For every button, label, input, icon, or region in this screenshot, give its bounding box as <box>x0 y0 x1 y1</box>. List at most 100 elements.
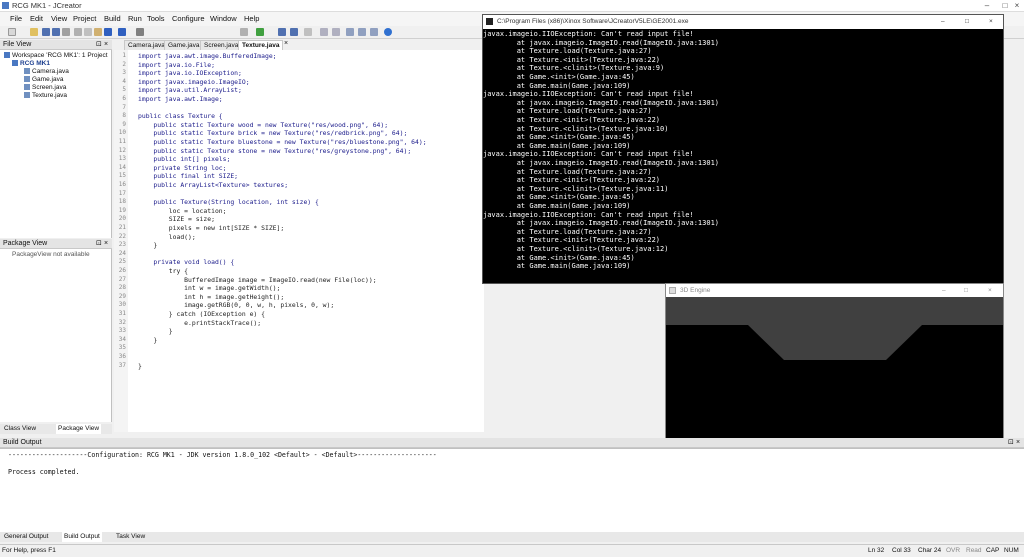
cascade-icon[interactable] <box>370 28 378 36</box>
menu-configure[interactable]: Configure <box>172 14 205 23</box>
code-line[interactable]: import java.awt.Image; <box>138 95 223 103</box>
code-line[interactable]: public final int SIZE; <box>138 172 238 180</box>
console-line: at javax.imageio.ImageIO.read(ImageIO.ja… <box>483 98 720 107</box>
code-line[interactable]: int h = image.getHeight(); <box>138 293 284 301</box>
menu-edit[interactable]: Edit <box>30 14 43 23</box>
close-panel-icon[interactable]: × <box>104 40 108 50</box>
window-icon[interactable] <box>346 28 354 36</box>
tab-build-output[interactable]: Build Output <box>62 532 102 542</box>
code-line[interactable]: public static Texture stone = new Textur… <box>138 147 411 155</box>
minimize-icon[interactable]: – <box>942 284 946 297</box>
new-file-icon[interactable] <box>8 28 16 36</box>
code-line[interactable]: int w = image.getWidth(); <box>138 284 280 292</box>
save-icon[interactable] <box>42 28 50 36</box>
code-line[interactable]: import java.io.IOException; <box>138 69 242 77</box>
project-node[interactable]: RCG MK1 <box>12 60 50 67</box>
menu-project[interactable]: Project <box>73 14 96 23</box>
tab-task-view[interactable]: Task View <box>116 532 145 542</box>
code-line[interactable]: pixels = new int[SIZE * SIZE]; <box>138 224 284 232</box>
code-line[interactable]: load(); <box>138 233 196 241</box>
menu-help[interactable]: Help <box>244 14 259 23</box>
code-line[interactable]: } catch (IOException e) { <box>138 310 265 318</box>
code-line[interactable]: SIZE = size; <box>138 215 215 223</box>
minimize-icon[interactable]: – <box>978 0 996 12</box>
close-tab-icon[interactable]: × <box>284 40 288 47</box>
code-line[interactable]: private String loc; <box>138 164 226 172</box>
console-line: javax.imageio.IIOException: Can't read i… <box>483 30 694 38</box>
paste-icon[interactable] <box>94 28 102 36</box>
pin-icon[interactable]: ⊡ <box>96 239 102 249</box>
menu-run[interactable]: Run <box>128 14 142 23</box>
maximize-icon[interactable]: □ <box>965 15 969 29</box>
code-line[interactable]: public ArrayList<Texture> textures; <box>138 181 288 189</box>
tab-texture[interactable]: Texture.java <box>238 40 284 50</box>
maximize-icon[interactable]: □ <box>964 284 968 297</box>
tab-general-output[interactable]: General Output <box>4 532 48 542</box>
code-line[interactable]: public int[] pixels; <box>138 155 230 163</box>
code-line[interactable]: } <box>138 336 157 344</box>
workspace-node[interactable]: Workspace 'RCG MK1': 1 Project <box>4 52 108 59</box>
run-icon[interactable] <box>256 28 264 36</box>
code-line[interactable]: public static Texture bluestone = new Te… <box>138 138 426 146</box>
close-icon[interactable]: × <box>988 284 992 297</box>
tab-package-view[interactable]: Package View <box>56 424 102 434</box>
stop-icon[interactable] <box>304 28 312 36</box>
menu-file[interactable]: File <box>10 14 22 23</box>
open-icon[interactable] <box>30 28 38 36</box>
code-editor[interactable]: 1 2 3 4 5 6 7 8 9 10 11 12 13 14 15 16 17 18 19 20 21 22 23 24 2… <box>114 50 484 432</box>
file-node-screen[interactable]: Screen.java <box>24 84 66 91</box>
find-icon[interactable] <box>136 28 144 36</box>
code-line[interactable]: } <box>138 362 142 370</box>
code-line[interactable]: e.printStackTrace(); <box>138 319 261 327</box>
tab-screen[interactable]: Screen.java <box>200 40 243 50</box>
code-line[interactable]: public static Texture brick = new Textur… <box>138 129 407 137</box>
code-line[interactable]: import javax.imageio.ImageIO; <box>138 78 250 86</box>
code-line[interactable]: import java.util.ArrayList; <box>138 86 242 94</box>
tab-camera[interactable]: Camera.java <box>124 40 169 50</box>
cut-icon[interactable] <box>74 28 82 36</box>
java-file-icon <box>24 76 30 83</box>
code-line[interactable]: } <box>138 327 173 335</box>
help-icon[interactable] <box>384 28 392 36</box>
file-node-camera[interactable]: Camera.java <box>24 68 69 75</box>
close-icon[interactable]: × <box>989 15 993 29</box>
code-line[interactable]: public static Texture wood = new Texture… <box>138 121 388 129</box>
minimize-icon[interactable]: – <box>941 15 945 29</box>
code-line[interactable]: BufferedImage image = ImageIO.read(new F… <box>138 276 376 284</box>
tab-game[interactable]: Game.java <box>164 40 204 50</box>
code-line[interactable]: loc = location; <box>138 207 227 215</box>
undo-icon[interactable] <box>104 28 112 36</box>
close-panel-icon[interactable]: × <box>1016 438 1020 448</box>
code-line[interactable]: import java.awt.image.BufferedImage; <box>138 52 277 60</box>
close-icon[interactable]: × <box>1008 0 1024 12</box>
menu-tools[interactable]: Tools <box>147 14 165 23</box>
code-line[interactable]: try { <box>138 267 188 275</box>
tab-class-view[interactable]: Class View <box>4 424 36 434</box>
menu-window[interactable]: Window <box>210 14 237 23</box>
copy-icon[interactable] <box>84 28 92 36</box>
build-icon[interactable] <box>278 28 286 36</box>
close-panel-icon[interactable]: × <box>104 239 108 249</box>
code-line[interactable]: import java.io.File; <box>138 61 215 69</box>
output-line: Process completed. <box>8 468 80 477</box>
menu-build[interactable]: Build <box>104 14 121 23</box>
code-line[interactable]: image.getRGB(0, 0, w, h, pixels, 0, w); <box>138 301 334 309</box>
file-node-texture[interactable]: Texture.java <box>24 92 67 99</box>
file-node-game[interactable]: Game.java <box>24 76 63 83</box>
menu-view[interactable]: View <box>51 14 67 23</box>
save-all-icon[interactable] <box>52 28 60 36</box>
back-icon[interactable] <box>320 28 328 36</box>
redo-icon[interactable] <box>118 28 126 36</box>
tile-icon[interactable] <box>358 28 366 36</box>
code-line[interactable]: private void load() { <box>138 258 234 266</box>
pin-icon[interactable]: ⊡ <box>1008 438 1014 448</box>
pin-icon[interactable]: ⊡ <box>96 40 102 50</box>
code-line[interactable]: public Texture(String location, int size… <box>138 198 318 206</box>
rebuild-icon[interactable] <box>290 28 298 36</box>
code-line[interactable]: public class Texture { <box>138 112 223 120</box>
code-line[interactable]: } <box>138 241 157 249</box>
line-number: 34 <box>118 335 126 343</box>
forward-icon[interactable] <box>332 28 340 36</box>
compile-icon[interactable] <box>240 28 248 36</box>
print-icon[interactable] <box>62 28 70 36</box>
